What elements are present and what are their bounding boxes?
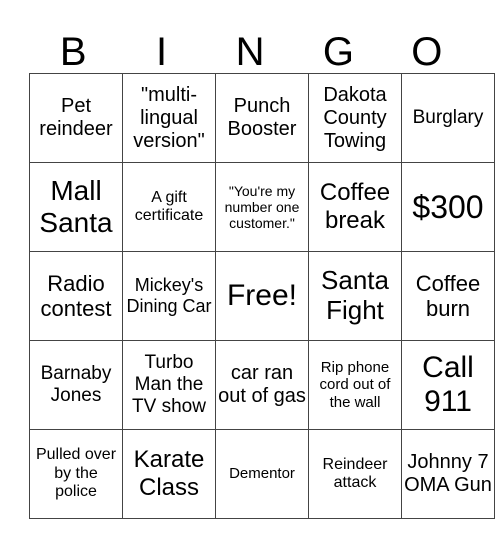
bingo-cell[interactable]: Dakota County Towing bbox=[308, 73, 402, 163]
header-letter-g: G bbox=[322, 30, 354, 74]
header-letter-i: I bbox=[156, 30, 168, 74]
bingo-cell[interactable]: Pet reindeer bbox=[29, 73, 123, 163]
bingo-card: Pet reindeer "multi-lingual version" Pun… bbox=[29, 73, 495, 519]
bingo-header: B I N G O bbox=[29, 30, 471, 74]
bingo-cell[interactable]: Santa Fight bbox=[308, 251, 402, 341]
bingo-cell[interactable]: Rip phone cord out of the wall bbox=[308, 340, 402, 430]
bingo-row: Barnaby Jones Turbo Man the TV show car … bbox=[29, 340, 495, 430]
bingo-cell[interactable]: $300 bbox=[401, 162, 495, 252]
bingo-row: Pulled over by the police Karate Class D… bbox=[29, 429, 495, 519]
bingo-row: Mall Santa A gift certificate "You're my… bbox=[29, 162, 495, 252]
bingo-cell[interactable]: A gift certificate bbox=[122, 162, 216, 252]
bingo-cell[interactable]: Mall Santa bbox=[29, 162, 123, 252]
header-letter-b: B bbox=[59, 30, 87, 74]
bingo-cell[interactable]: Johnny 7 OMA Gun bbox=[401, 429, 495, 519]
bingo-cell[interactable]: Turbo Man the TV show bbox=[122, 340, 216, 430]
bingo-cell[interactable]: Punch Booster bbox=[215, 73, 309, 163]
bingo-cell[interactable]: Call 911 bbox=[401, 340, 495, 430]
bingo-cell[interactable]: "multi-lingual version" bbox=[122, 73, 216, 163]
bingo-cell[interactable]: Coffee break bbox=[308, 162, 402, 252]
bingo-cell[interactable]: Mickey's Dining Car bbox=[122, 251, 216, 341]
bingo-cell[interactable]: Radio contest bbox=[29, 251, 123, 341]
bingo-cell[interactable]: Reindeer attack bbox=[308, 429, 402, 519]
bingo-row: Radio contest Mickey's Dining Car Free! … bbox=[29, 251, 495, 341]
bingo-cell free-space[interactable]: Free! bbox=[215, 251, 309, 341]
bingo-cell[interactable]: Barnaby Jones bbox=[29, 340, 123, 430]
header-letter-n: N bbox=[235, 30, 265, 74]
bingo-cell[interactable]: "You're my number one customer." bbox=[215, 162, 309, 252]
bingo-cell[interactable]: Pulled over by the police bbox=[29, 429, 123, 519]
header-letter-o: O bbox=[411, 30, 443, 74]
bingo-cell[interactable]: car ran out of gas bbox=[215, 340, 309, 430]
bingo-row: Pet reindeer "multi-lingual version" Pun… bbox=[29, 73, 495, 163]
bingo-cell[interactable]: Burglary bbox=[401, 73, 495, 163]
bingo-cell[interactable]: Dementor bbox=[215, 429, 309, 519]
bingo-cell[interactable]: Karate Class bbox=[122, 429, 216, 519]
bingo-cell[interactable]: Coffee burn bbox=[401, 251, 495, 341]
